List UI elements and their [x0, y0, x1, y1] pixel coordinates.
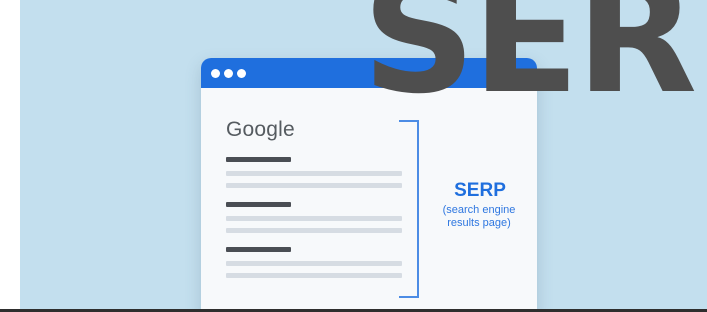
window-dot-icon	[224, 69, 233, 78]
window-dot-icon	[211, 69, 220, 78]
results-bracket	[399, 120, 419, 298]
result-snippet-placeholder	[226, 261, 402, 266]
serp-callout-title: SERP	[454, 180, 506, 201]
result-title-placeholder	[226, 157, 291, 162]
result-snippet-placeholder	[226, 273, 402, 278]
serp-callout-subtitle: (search engine results page)	[427, 204, 531, 230]
serp-subtitle-line: results page)	[447, 217, 511, 229]
window-dot-icon	[237, 69, 246, 78]
result-snippet-placeholder	[226, 171, 402, 176]
overlay-watermark-text: SER	[362, 0, 697, 129]
result-title-placeholder	[226, 247, 291, 252]
search-engine-label: Google	[226, 118, 295, 141]
illustration-canvas: Google SERP (search engine results page)…	[0, 0, 707, 312]
left-margin-strip	[0, 0, 20, 312]
serp-subtitle-line: (search engine	[442, 204, 516, 216]
result-snippet-placeholder	[226, 183, 402, 188]
result-snippet-placeholder	[226, 228, 402, 233]
result-snippet-placeholder	[226, 216, 402, 221]
result-title-placeholder	[226, 202, 291, 207]
